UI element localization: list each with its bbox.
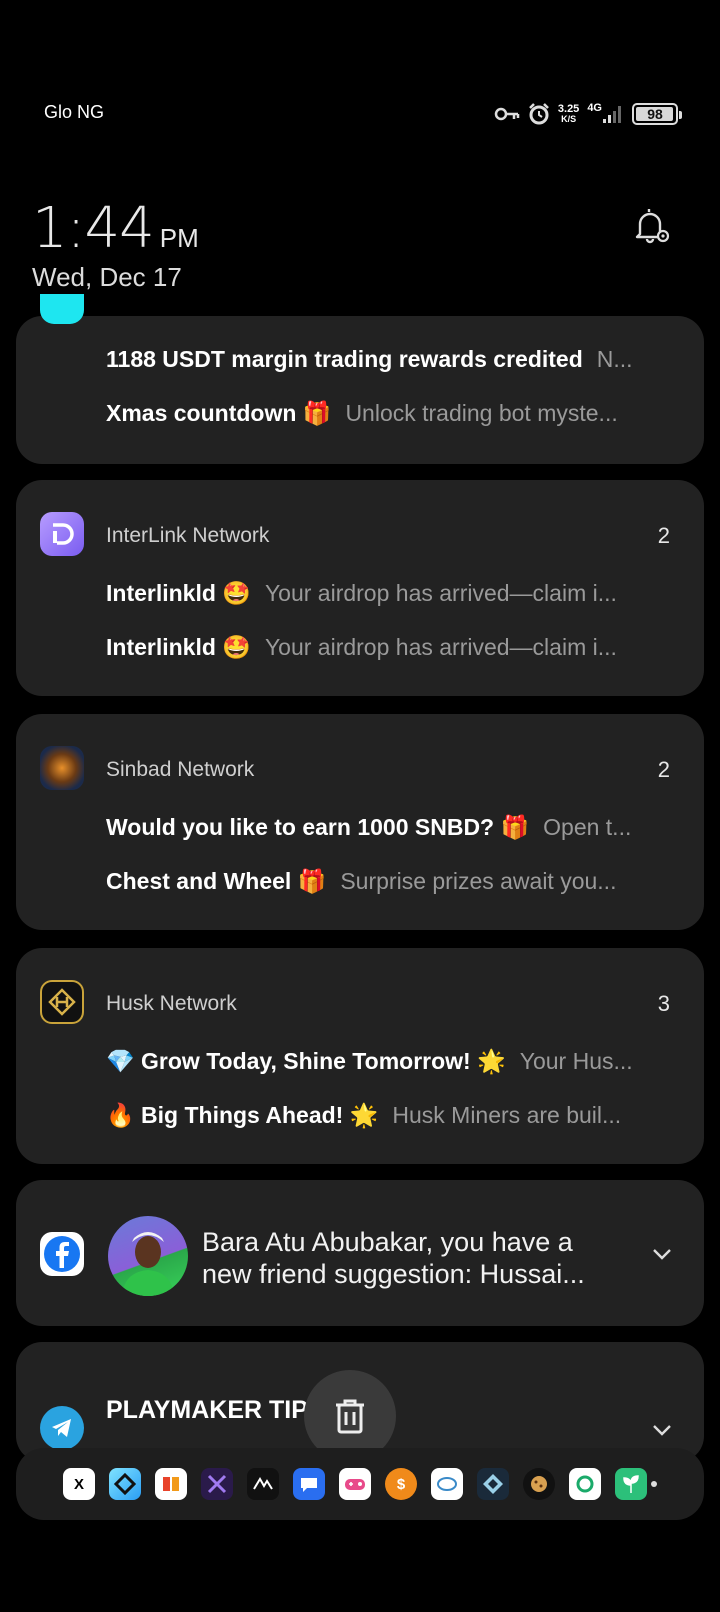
notification-title: Interlinkld 🤩 — [106, 634, 251, 660]
notification-card-facebook[interactable]: Bara Atu Abubakar, you have a new friend… — [16, 1180, 704, 1326]
chevron-down-icon[interactable] — [650, 1242, 674, 1266]
chevron-down-icon[interactable] — [650, 1418, 674, 1442]
app-icon[interactable] — [247, 1468, 279, 1500]
facebook-icon — [40, 1232, 84, 1276]
notification-card-husk[interactable]: Husk Network 3 💎 Grow Today, Shine Tomor… — [16, 948, 704, 1164]
avatar — [108, 1216, 188, 1296]
notification-title: 1188 USDT margin trading rewards credite… — [106, 346, 583, 372]
status-icons: 3.25 K/S 4G 98 — [494, 96, 682, 132]
notification-title: 💎 Grow Today, Shine Tomorrow! 🌟 — [106, 1048, 506, 1074]
cookie-icon[interactable] — [523, 1468, 555, 1500]
notification-line[interactable]: Interlinkld 🤩 Your airdrop has arrived—cl… — [106, 634, 676, 661]
page-indicator-dot — [651, 1481, 657, 1487]
telegram-icon — [40, 1406, 84, 1450]
clock-ampm: PM — [159, 223, 199, 253]
carrier-name: Glo NG — [44, 102, 105, 122]
notification-line[interactable]: Chest and Wheel 🎁 Surprise prizes await y… — [106, 868, 676, 895]
app-name: Husk Network — [106, 992, 237, 1015]
notification-title: Chest and Wheel 🎁 — [106, 868, 327, 894]
network-speed: 3.25 K/S — [558, 104, 579, 125]
notification-line[interactable]: Xmas countdown 🎁 Unlock trading bot myste… — [106, 400, 676, 427]
notification-line[interactable]: 💎 Grow Today, Shine Tomorrow! 🌟 Your Hus.… — [106, 1048, 676, 1075]
game-icon[interactable] — [339, 1468, 371, 1500]
network-type: 4G — [587, 102, 602, 114]
plant-icon[interactable] — [615, 1468, 647, 1500]
notification-title: 🔥 Big Things Ahead! 🌟 — [106, 1102, 379, 1128]
status-bar: Glo NG 3.25 K/S 4G 98 — [0, 96, 720, 132]
battery-percent: 98 — [647, 106, 663, 122]
notification-count: 2 — [657, 757, 670, 782]
lockscreen-date: Wed, Dec 17 — [32, 262, 182, 292]
notification-count: 3 — [657, 991, 670, 1016]
notification-title: PLAYMAKER TIP — [106, 1396, 308, 1424]
notification-line[interactable]: 1188 USDT margin trading rewards credite… — [106, 346, 676, 373]
notification-title: Would you like to earn 1000 SNBD? 🎁 — [106, 814, 530, 840]
notification-line[interactable]: Would you like to earn 1000 SNBD? 🎁 Open … — [106, 814, 676, 841]
notification-text: Husk Miners are buil... — [392, 1102, 622, 1128]
notification-text: N... — [596, 346, 633, 372]
notification-text: Unlock trading bot myste... — [345, 400, 618, 426]
x-icon[interactable]: X — [63, 1468, 95, 1500]
app-icon[interactable] — [431, 1468, 463, 1500]
app-icon[interactable] — [569, 1468, 601, 1500]
notification-text: Your Hus... — [519, 1048, 633, 1074]
exchange-app-icon — [40, 294, 84, 324]
key-icon — [494, 107, 520, 121]
app-icon[interactable] — [155, 1468, 187, 1500]
battery-indicator: 98 — [632, 103, 682, 125]
app-name: InterLink Network — [106, 524, 270, 547]
notification-card-sinbad[interactable]: Sinbad Network 2 Would you like to earn … — [16, 714, 704, 930]
notification-line[interactable]: Interlinkld 🤩 Your airdrop has arrived—cl… — [106, 580, 676, 607]
app-icon[interactable] — [477, 1468, 509, 1500]
app-icon[interactable] — [109, 1468, 141, 1500]
app-name: Sinbad Network — [106, 758, 255, 781]
signal-icon — [603, 106, 621, 123]
alarm-icon — [529, 103, 549, 125]
sinbad-icon — [40, 746, 84, 790]
notification-settings-icon[interactable] — [632, 206, 672, 246]
app-icon[interactable] — [201, 1468, 233, 1500]
lockscreen-clock: 1:44 PM — [32, 196, 199, 261]
clock-time: 1:44 — [32, 196, 155, 261]
husk-icon — [40, 980, 84, 1024]
notification-text: Bara Atu Abubakar, you have a new friend… — [202, 1227, 585, 1289]
interlink-icon — [40, 512, 84, 556]
notification-text: Surprise prizes await you... — [340, 868, 617, 894]
trash-icon — [336, 1399, 364, 1434]
notification-text: Your airdrop has arrived—claim i... — [264, 634, 617, 660]
notification-title: Xmas countdown 🎁 — [106, 400, 332, 426]
notification-line[interactable]: 🔥 Big Things Ahead! 🌟 Husk Miners are bui… — [106, 1102, 676, 1129]
notification-card-interlink[interactable]: InterLink Network 2 Interlinkld 🤩 Your ai… — [16, 480, 704, 696]
chat-icon[interactable] — [293, 1468, 325, 1500]
notification-title: Interlinkld 🤩 — [106, 580, 251, 606]
speed-unit: K/S — [561, 114, 577, 124]
notification-text: Your airdrop has arrived—claim i... — [264, 580, 617, 606]
notification-card-exchange[interactable]: 1188 USDT margin trading rewards credite… — [16, 294, 704, 464]
notification-count: 2 — [657, 523, 670, 548]
app-dock: X $ — [16, 1448, 704, 1520]
notification-text: Open t... — [543, 814, 632, 840]
dollar-icon[interactable]: $ — [385, 1468, 417, 1500]
